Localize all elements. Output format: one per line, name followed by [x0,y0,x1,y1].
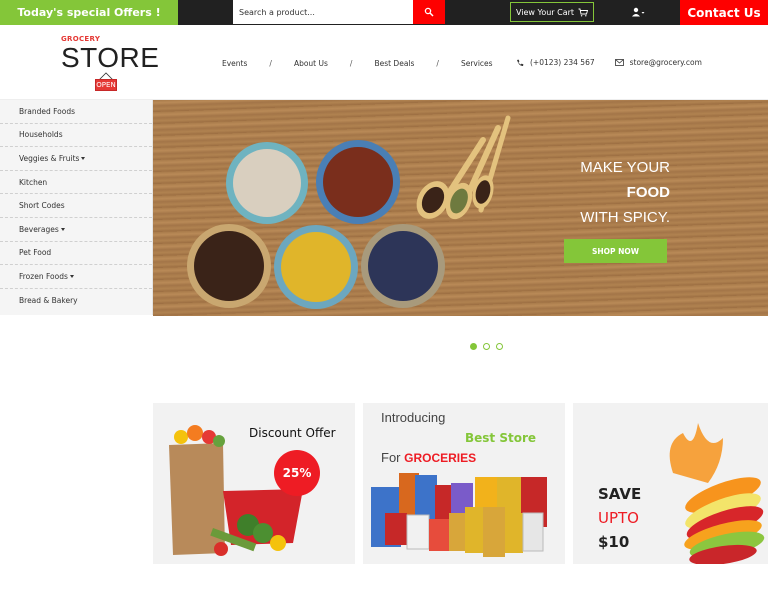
hero-slider: MAKE YOUR FOOD WITH SPICY. SHOP NOW [153,100,768,316]
sidebar-item-label: Beverages [19,224,59,234]
sidebar-item-pet-food[interactable]: Pet Food [0,242,152,266]
user-icon [632,7,645,17]
user-menu-button[interactable] [628,4,648,20]
top-bar: Today's special Offers ! View Your Cart … [0,0,768,25]
nav-separator: / [269,59,272,68]
cart-label: View Your Cart [515,7,575,17]
grocery-products-image [371,473,547,557]
promo-best-store[interactable]: Introducing Best Store For GROCERIES [363,403,565,564]
email-icon [614,59,624,66]
nav-events[interactable]: Events [222,59,247,68]
logo-title: STORE [61,42,160,73]
open-sign: OPEN [95,79,117,91]
slider-pagination [470,343,503,350]
promo-discount-offer[interactable]: Discount Offer 25% [153,403,355,564]
search-input[interactable] [233,0,413,24]
sidebar-item-label: Branded Foods [19,106,75,116]
sidebar-item-label: Households [19,130,63,140]
wooden-spoons [416,115,511,220]
sidebar-item-bread-bakery[interactable]: Bread & Bakery [0,289,152,313]
search-icon [424,7,434,17]
header: GROCERY STORE OPEN Events / About Us / B… [0,25,768,100]
sidebar-item-veggies-fruits[interactable]: Veggies & Fruits [0,147,152,171]
sidebar-item-households[interactable]: Households [0,124,152,148]
spice-bowl-turmeric [274,225,358,309]
sidebar-item-kitchen[interactable]: Kitchen [0,171,152,195]
promo-save-upto[interactable]: SAVE UPTO $10 [573,403,768,564]
discount-title: Discount Offer [249,426,336,440]
hero-line-3: WITH SPICY. [580,209,670,226]
sidebar-item-label: Veggies & Fruits [19,153,80,163]
slider-dot-1[interactable] [470,343,477,350]
discount-badge: 25% [274,450,320,496]
sidebar-item-label: Bread & Bakery [19,296,78,306]
sidebar-item-label: Kitchen [19,177,48,187]
sidebar-item-short-codes[interactable]: Short Codes [0,194,152,218]
category-sidebar: Branded Foods Households Veggies & Fruits K… [0,100,153,315]
caret-down-icon [81,156,86,160]
sidebar-item-branded-foods[interactable]: Branded Foods [0,100,152,124]
nav-separator: / [436,59,439,68]
cart-icon [578,8,589,16]
phone-icon [517,59,524,66]
save-line-2: UPTO [598,509,639,527]
hero-headline: MAKE YOUR FOOD WITH SPICY. [580,155,670,230]
contact-us-button[interactable]: Contact Us [680,0,768,25]
nav-about-us[interactable]: About Us [294,59,328,68]
slider-dot-3[interactable] [496,343,503,350]
slider-dot-2[interactable] [483,343,490,350]
nav-separator: / [349,59,353,68]
nav-services[interactable]: Services [461,59,493,68]
main-nav: Events / About Us / Best Deals / Service… [222,59,493,68]
save-line-3: $10 [598,533,630,551]
search-button[interactable] [413,0,445,24]
sidebar-item-label: Frozen Foods [19,271,68,281]
shop-now-button[interactable]: SHOP NOW [564,239,667,263]
hero-line-1: MAKE YOUR [580,159,670,176]
caret-down-icon [60,227,65,231]
save-line-1: SAVE [598,485,642,503]
sidebar-item-beverages[interactable]: Beverages [0,218,152,242]
hero-line-2: FOOD [626,184,670,201]
spice-bowl-cloves [187,224,271,308]
sidebar-item-frozen-foods[interactable]: Frozen Foods [0,265,152,289]
caret-down-icon [69,274,74,278]
spices-image [187,115,511,309]
view-cart-button[interactable]: View Your Cart [510,2,594,22]
spice-bowl-peppercorns [361,224,445,308]
nav-best-deals[interactable]: Best Deals [374,59,414,68]
phone-number: (+0123) 234 567 [530,58,595,67]
email-link[interactable]: store@grocery.com [630,58,702,67]
spice-bowl-sesame [226,142,308,224]
contact-info: (+0123) 234 567 store@grocery.com [516,58,702,67]
special-offers-banner[interactable]: Today's special Offers ! [0,0,178,25]
spice-bowl-chili [316,140,400,224]
store-logo[interactable]: GROCERY STORE OPEN [61,35,161,95]
sidebar-item-label: Short Codes [19,201,65,211]
sidebar-item-label: Pet Food [19,248,52,258]
